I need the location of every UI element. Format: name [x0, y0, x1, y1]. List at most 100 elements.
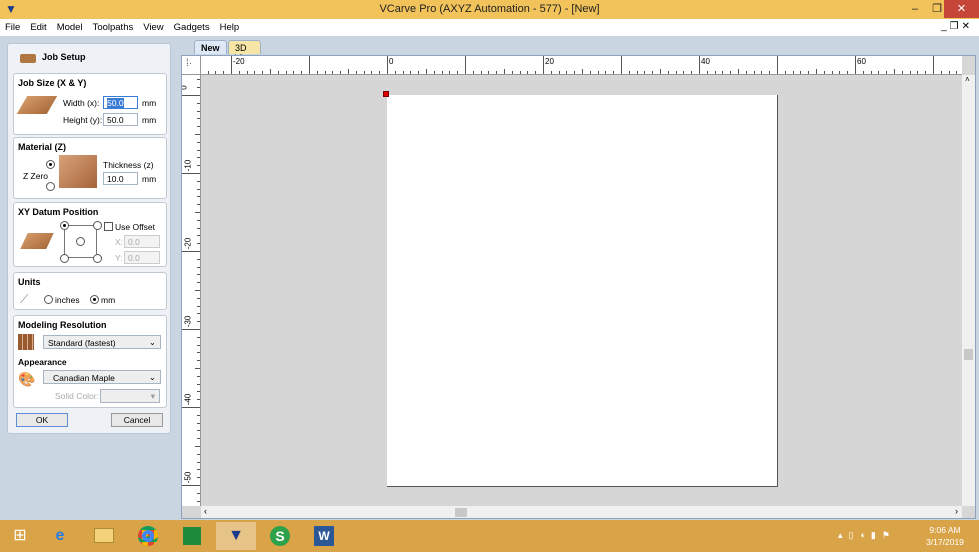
- ruler-tick: [197, 500, 200, 502]
- word-icon[interactable]: W: [306, 522, 342, 550]
- ruler-tick: [371, 71, 373, 74]
- menu-file[interactable]: File: [0, 19, 25, 36]
- ruler-tick: [215, 71, 217, 74]
- ruler-tick: [917, 71, 919, 74]
- start-button[interactable]: ⊞: [2, 522, 38, 550]
- ruler-tick: [457, 71, 459, 74]
- ruler-tick: [197, 188, 200, 190]
- ruler-tick: [488, 71, 490, 74]
- top-ruler-label: 20: [545, 57, 554, 66]
- resolution-select[interactable]: Standard (fastest) ⌄: [43, 335, 161, 349]
- cancel-button[interactable]: Cancel: [111, 413, 163, 427]
- datum-bottom-left-radio[interactable]: [60, 254, 69, 263]
- system-tray-icons[interactable]: ▴▯◖▮⚑: [838, 530, 896, 541]
- palette-icon: 🎨: [18, 371, 36, 387]
- offset-y-input[interactable]: 0.0: [124, 251, 160, 264]
- ruler-tick: [197, 258, 200, 260]
- ruler-tick: [197, 344, 200, 346]
- ruler-tick: [433, 71, 435, 74]
- ruler-tick: [197, 453, 200, 455]
- datum-top-left-radio[interactable]: [60, 221, 69, 230]
- datum-bottom-right-radio[interactable]: [93, 254, 102, 263]
- ruler-tick: [197, 282, 200, 284]
- ruler-tick: [195, 134, 200, 135]
- ruler-tick: [195, 446, 200, 447]
- tab-3d-view[interactable]: 3D View: [228, 40, 262, 63]
- tab-new[interactable]: New: [194, 40, 227, 54]
- scroll-left-icon[interactable]: ‹: [204, 506, 207, 516]
- vertical-scrollbar[interactable]: ˄: [962, 75, 975, 506]
- ruler-tick: [816, 69, 817, 74]
- doc-restore-button[interactable]: ❐: [950, 21, 962, 32]
- ruler-tick: [197, 492, 200, 494]
- menu-view[interactable]: View: [138, 19, 168, 36]
- appearance-select[interactable]: Canadian Maple ⌄: [43, 370, 161, 384]
- ruler-tick: [197, 227, 200, 229]
- mm-radio[interactable]: [90, 295, 99, 304]
- datum-center-radio[interactable]: [76, 237, 85, 246]
- store-icon[interactable]: [174, 522, 210, 550]
- material-group: Material (Z) Z Zero Thickness (z) 10.0 m…: [13, 137, 167, 199]
- vcarve-taskbar-icon[interactable]: ▼: [216, 522, 256, 550]
- ruler-tick: [285, 71, 287, 74]
- ruler-tick: [355, 71, 357, 74]
- offset-x-input[interactable]: 0.0: [124, 235, 160, 248]
- doc-close-button[interactable]: ✕: [962, 21, 973, 32]
- ruler-tick: [543, 56, 544, 74]
- height-input[interactable]: 50.0: [103, 113, 138, 126]
- ruler-tick: [182, 485, 200, 486]
- ruler-tick: [197, 118, 200, 120]
- menu-edit[interactable]: Edit: [25, 19, 51, 36]
- ruler-tick: [197, 321, 200, 323]
- left-ruler-label: 0: [182, 85, 189, 89]
- menu-toolpaths[interactable]: Toolpaths: [88, 19, 139, 36]
- ruler-tick: [582, 69, 583, 74]
- ruler-tick: [277, 71, 279, 74]
- offset-y-label: Y:: [115, 253, 123, 263]
- ruler-tick: [197, 165, 200, 167]
- ruler-tick: [182, 329, 200, 330]
- skype-icon[interactable]: S: [262, 522, 298, 550]
- menu-help[interactable]: Help: [215, 19, 245, 36]
- group-title: Material (Z): [18, 142, 67, 152]
- left-ruler: 0 -10 -20 -30 -40 -50: [182, 75, 201, 506]
- chrome-icon[interactable]: [130, 522, 166, 550]
- file-explorer-icon[interactable]: [86, 522, 122, 550]
- doc-minimize-button[interactable]: _: [941, 21, 950, 32]
- vertical-scroll-thumb[interactable]: [964, 349, 973, 360]
- zzero-bottom-radio[interactable]: [46, 182, 55, 191]
- zzero-top-radio[interactable]: [46, 160, 55, 169]
- ruler-tick: [197, 461, 200, 463]
- menu-model[interactable]: Model: [52, 19, 88, 36]
- menu-gadgets[interactable]: Gadgets: [169, 19, 215, 36]
- scroll-right-icon[interactable]: ›: [955, 506, 958, 516]
- clock[interactable]: 9:06 AM 3/17/2019: [915, 525, 975, 547]
- ruler-tick: [387, 56, 388, 74]
- width-input[interactable]: 50.0: [107, 98, 124, 108]
- ruler-tick: [535, 71, 537, 74]
- internet-explorer-icon[interactable]: e: [42, 522, 78, 550]
- horizontal-scrollbar[interactable]: ‹ ›: [201, 506, 962, 518]
- ruler-tick: [197, 399, 200, 401]
- ruler-tick: [566, 71, 568, 74]
- ok-button[interactable]: OK: [16, 413, 68, 427]
- datum-top-right-radio[interactable]: [93, 221, 102, 230]
- use-offset-checkbox[interactable]: [104, 222, 113, 231]
- ruler-tick: [808, 71, 810, 74]
- ruler-tick: [324, 71, 326, 74]
- scroll-up-icon[interactable]: ˄: [965, 75, 970, 84]
- group-title: XY Datum Position: [18, 207, 99, 217]
- ruler-tick: [197, 360, 200, 362]
- job-setup-panel: Job Setup Job Size (X & Y) Width (x): 50…: [7, 43, 171, 434]
- thickness-input[interactable]: 10.0: [103, 172, 138, 185]
- ruler-tick: [621, 56, 622, 74]
- solid-color-select[interactable]: ▾: [100, 389, 160, 403]
- ruler-tick: [769, 71, 771, 74]
- inches-radio[interactable]: [44, 295, 53, 304]
- title-bar: ▼ VCarve Pro (AXYZ Automation - 577) - […: [0, 0, 979, 19]
- ruler-tick: [197, 243, 200, 245]
- group-title: Units: [18, 277, 41, 287]
- close-button[interactable]: ✕: [944, 0, 979, 18]
- ruler-tick: [925, 71, 927, 74]
- horizontal-scroll-thumb[interactable]: [455, 508, 467, 517]
